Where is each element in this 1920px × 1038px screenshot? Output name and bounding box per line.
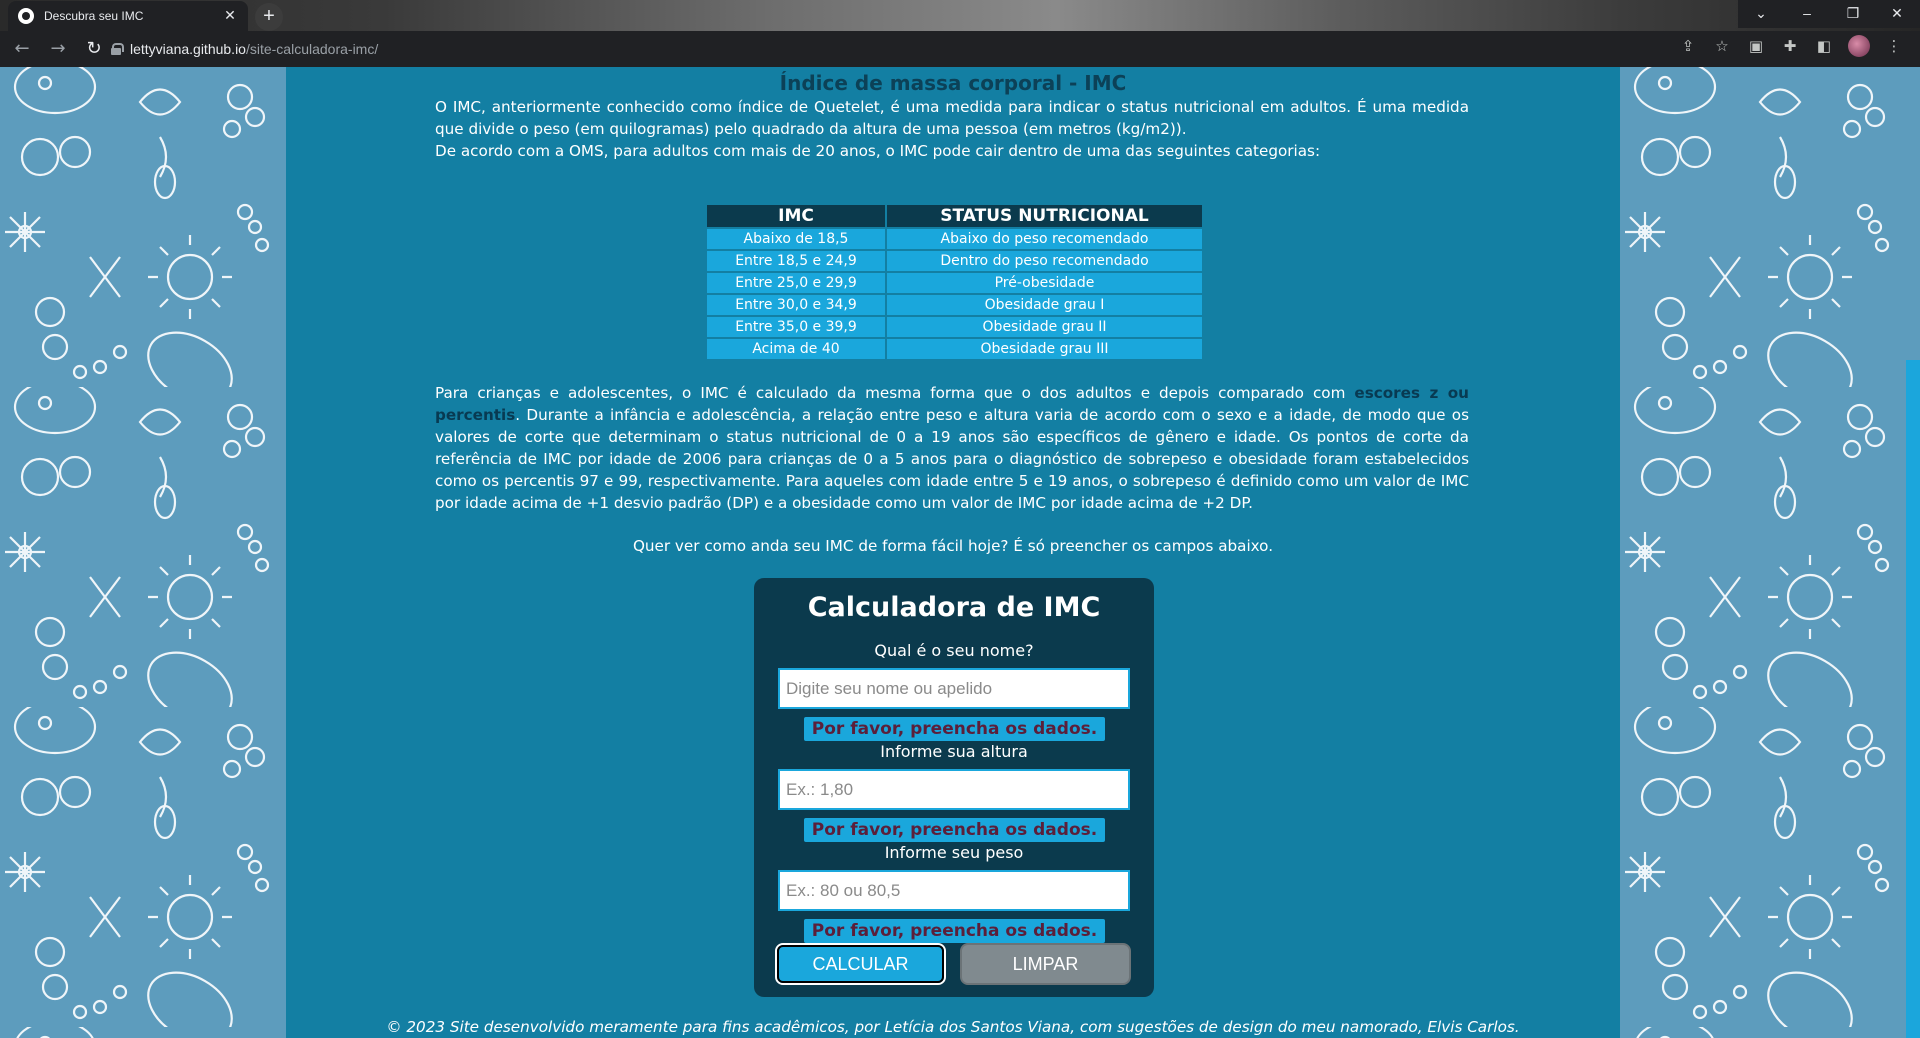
name-error-message: Por favor, preencha os dados. — [804, 717, 1105, 741]
tab-title: Descubra seu IMC — [44, 9, 144, 23]
intro-categories-text: De acordo com a OMS, para adultos com ma… — [435, 142, 1321, 160]
weight-label: Informe seu peso — [884, 843, 1024, 862]
microbe-pattern-icon — [0, 67, 286, 1038]
right-pattern-background — [1620, 67, 1906, 1038]
children-text-end: . Durante a infância e adolescência, a r… — [435, 406, 1469, 512]
intro-text: O IMC, anteriormente conhecido como índi… — [435, 96, 1469, 162]
table-cell: Entre 25,0 e 29,9 — [705, 271, 887, 295]
calculator-title: Calculadora de IMC — [807, 592, 1101, 623]
reload-icon[interactable]: ↻ — [80, 35, 108, 63]
profile-avatar[interactable] — [1848, 35, 1870, 57]
forward-icon[interactable]: → — [44, 35, 72, 63]
browser-tab[interactable]: Descubra seu IMC ✕ — [8, 1, 248, 31]
main-content: Índice de massa corporal - IMC O IMC, an… — [286, 67, 1620, 1038]
browser-toolbar: ← → ↻ lettyviana.github.io /site-calcula… — [0, 31, 1920, 67]
table-cell: Acima de 40 — [705, 337, 887, 361]
name-input[interactable] — [778, 668, 1130, 709]
close-window-icon[interactable]: ✕ — [1874, 0, 1920, 28]
table-row: Entre 18,5 e 24,9 Dentro do peso recomen… — [705, 249, 1204, 273]
back-icon[interactable]: ← — [8, 35, 36, 63]
intro-paragraph: O IMC, anteriormente conhecido como índi… — [435, 98, 1469, 138]
table-row: Entre 25,0 e 29,9 Pré-obesidade — [705, 271, 1204, 295]
menu-icon[interactable]: ⋮ — [1884, 36, 1904, 56]
lock-icon[interactable] — [110, 43, 124, 55]
address-bar[interactable]: lettyviana.github.io /site-calculadora-i… — [110, 35, 1690, 63]
side-panel-icon[interactable]: ◧ — [1814, 36, 1834, 56]
table-cell: Dentro do peso recomendado — [885, 249, 1204, 273]
share-icon[interactable]: ⇪ — [1678, 36, 1698, 56]
url-path: /site-calculadora-imc/ — [245, 41, 379, 57]
table-row: Abaixo de 18,5 Abaixo do peso recomendad… — [705, 227, 1204, 251]
weight-input[interactable] — [778, 870, 1130, 911]
children-text-start: Para crianças e adolescentes, o IMC é ca… — [435, 384, 1355, 402]
table-row: Acima de 40 Obesidade grau III — [705, 337, 1204, 361]
cta-text: Quer ver como anda seu IMC de forma fáci… — [632, 537, 1274, 555]
github-favicon-icon — [18, 8, 34, 24]
imc-table: IMC STATUS NUTRICIONAL Abaixo de 18,5 Ab… — [705, 203, 1204, 361]
clear-button[interactable]: LIMPAR — [960, 943, 1131, 985]
name-label: Qual é o seu nome? — [874, 641, 1034, 660]
table-cell: Entre 30,0 e 34,9 — [705, 293, 887, 317]
tab-close-icon[interactable]: ✕ — [222, 8, 238, 24]
minimize-icon[interactable]: – — [1784, 0, 1830, 28]
tab-search-icon[interactable]: ⌄ — [1738, 0, 1784, 28]
extension-icon[interactable]: ▣ — [1746, 36, 1766, 56]
table-cell: Abaixo do peso recomendado — [885, 227, 1204, 251]
table-cell: Obesidade grau II — [885, 315, 1204, 339]
table-cell: Pré-obesidade — [885, 271, 1204, 295]
table-cell: Entre 18,5 e 24,9 — [705, 249, 887, 273]
table-row: Entre 30,0 e 34,9 Obesidade grau I — [705, 293, 1204, 317]
height-label: Informe sua altura — [880, 742, 1028, 761]
scrollbar-thumb[interactable] — [1906, 360, 1920, 1038]
table-cell: Obesidade grau I — [885, 293, 1204, 317]
tab-strip: Descubra seu IMC ✕ + ⌄ – ❐ ✕ — [0, 0, 1920, 31]
left-pattern-background — [0, 67, 286, 1038]
height-input[interactable] — [778, 769, 1130, 810]
bookmark-star-icon[interactable]: ☆ — [1712, 36, 1732, 56]
table-cell: Entre 35,0 e 39,9 — [705, 315, 887, 339]
page-title: Índice de massa corporal - IMC — [779, 71, 1127, 95]
url-host: lettyviana.github.io — [130, 41, 246, 57]
table-header-imc: IMC — [705, 203, 887, 229]
table-row: Entre 35,0 e 39,9 Obesidade grau II — [705, 315, 1204, 339]
new-tab-button[interactable]: + — [255, 3, 283, 31]
page-viewport: Índice de massa corporal - IMC O IMC, an… — [0, 67, 1920, 1038]
table-cell: Abaixo de 18,5 — [705, 227, 887, 251]
height-error-message: Por favor, preencha os dados. — [804, 818, 1105, 842]
table-cell: Obesidade grau III — [885, 337, 1204, 361]
children-paragraph: Para crianças e adolescentes, o IMC é ca… — [435, 382, 1469, 514]
toolbar-icons: ⇪ ☆ ▣ ✚ ◧ ⋮ — [1678, 35, 1904, 57]
table-header-status: STATUS NUTRICIONAL — [885, 203, 1204, 229]
microbe-pattern-icon — [1620, 67, 1906, 1038]
restore-icon[interactable]: ❐ — [1830, 0, 1876, 28]
bmi-calculator: Calculadora de IMC Qual é o seu nome? Po… — [754, 578, 1154, 997]
weight-error-message: Por favor, preencha os dados. — [804, 919, 1105, 943]
calculate-button[interactable]: CALCULAR — [775, 943, 946, 985]
footer-text: © 2023 Site desenvolvido meramente para … — [386, 1018, 1520, 1036]
puzzle-icon[interactable]: ✚ — [1780, 36, 1800, 56]
